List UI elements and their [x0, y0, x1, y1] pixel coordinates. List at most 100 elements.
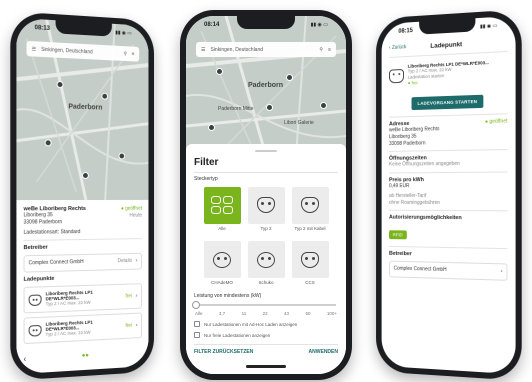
adhoc-checkbox-label: Nur Ladestationen mit Ad-Hoc Laden anzei…: [204, 321, 298, 327]
home-indicator: [246, 365, 286, 368]
station-pin[interactable]: [118, 152, 126, 160]
auth-chip: RFID: [389, 230, 407, 240]
menu-icon[interactable]: ☰: [32, 46, 37, 52]
screen-left: 08:13 ▮▮ ◉ ▭ ☰ Sinkingen, Deutschland ⚲ …: [16, 17, 149, 375]
tick-label: Alle: [195, 311, 203, 317]
station-type: Ladestationsart: Standard: [23, 228, 81, 236]
search-input[interactable]: Sinkingen, Deutschland: [41, 46, 119, 56]
operator-row[interactable]: Complex Connect GmbH ›: [389, 261, 508, 282]
power-slider[interactable]: [192, 301, 336, 310]
point-status: frei: [125, 292, 132, 300]
price-value: 0,49 EUR: [389, 183, 410, 190]
map-view[interactable]: ☰ Sinkingen, Deutschland ⚲ ≡ Paderborn: [16, 17, 149, 201]
start-charging-button[interactable]: LADEVORGANG STARTEN: [411, 94, 484, 111]
open-status-label: geöffnet: [489, 118, 508, 126]
tile-schuko[interactable]: Schuko: [247, 241, 285, 286]
status-icons: ▮▮ ◉ ▭: [310, 22, 328, 28]
tile-type2[interactable]: Typ 2: [247, 186, 285, 231]
station-pin[interactable]: [208, 124, 215, 131]
station-pin[interactable]: [82, 171, 89, 180]
filter-icon[interactable]: ≡: [328, 47, 331, 53]
tile-box[interactable]: [291, 186, 329, 224]
menu-icon[interactable]: ☰: [201, 47, 205, 53]
charge-point-card[interactable]: Liboriberg Rechts LP1 DE*WLR*E003... Typ…: [23, 283, 142, 314]
tick-label: 22: [262, 311, 268, 317]
filter-sheet: Filter Steckertyp Alle Typ 2 Typ 2 mit K…: [186, 144, 346, 374]
search-icon[interactable]: ⚲: [319, 47, 323, 53]
map-view[interactable]: ☰ Sinkingen, Deutschland ⚲ ≡ Paderborn P…: [186, 16, 346, 156]
nav-bar: ‹ Zurück Ladepunkt: [389, 39, 507, 52]
station-pin[interactable]: [320, 102, 327, 109]
reset-filter-button[interactable]: FILTER ZURÜCKSETZEN: [194, 349, 253, 355]
hours-text: Keine Öffnungszeiten angegeben: [389, 161, 460, 169]
point-status-label: frei: [411, 80, 418, 86]
operator-details[interactable]: Details: [118, 258, 132, 265]
free-checkbox-row[interactable]: Nur freie Ladestationen anzeigen: [194, 332, 338, 339]
tick-label: 3,7: [218, 311, 226, 317]
adhoc-checkbox[interactable]: [194, 321, 200, 328]
map-label: Paderborn: [248, 82, 284, 89]
page-dots: ●●: [81, 353, 89, 360]
station-sheet: weBe Liboriberg Rechts Liboriberg 35 330…: [16, 199, 149, 375]
free-checkbox[interactable]: [194, 332, 200, 339]
search-icon[interactable]: ⚲: [124, 51, 127, 57]
power-slider-thumb[interactable]: [192, 301, 200, 310]
chademo-plug-icon: [213, 251, 231, 268]
screen-center: 08:14 ▮▮ ◉ ▭ ☰ Sinkingen, Deutschland ⚲ …: [186, 16, 346, 374]
sheet-handle[interactable]: [255, 150, 277, 152]
plug-icon: [389, 68, 405, 83]
back-arrow-icon[interactable]: ‹: [24, 354, 27, 365]
tile-box[interactable]: [291, 241, 329, 279]
tile-label: Schuko: [258, 280, 274, 286]
operator-row[interactable]: Complex Connect GmbH Details ›: [23, 253, 142, 273]
station-pin[interactable]: [44, 139, 52, 147]
tick-label: 11: [241, 311, 247, 317]
chevron-right-icon: ›: [135, 292, 138, 299]
station-pin[interactable]: [286, 74, 293, 81]
plug-icon: [28, 324, 42, 337]
back-button[interactable]: ‹ Zurück: [389, 44, 406, 52]
operator-heading: Betreiber: [23, 244, 48, 252]
price-note: ohne Roaminggebühren: [389, 199, 440, 206]
map-label-small: Libori Galerie: [284, 120, 314, 126]
points-heading: Ladepunkte: [23, 275, 55, 283]
tile-label: Typ 2: [260, 225, 272, 231]
status-time: 08:15: [398, 28, 413, 35]
adhoc-checkbox-row[interactable]: Nur Ladestationen mit Ad-Hoc Laden anzei…: [194, 321, 338, 328]
status-time: 08:14: [204, 22, 220, 28]
search-bar[interactable]: ☰ Sinkingen, Deutschland ⚲ ≡: [196, 42, 336, 57]
tile-type2-cable[interactable]: Typ 2 mit Kabel: [291, 186, 329, 231]
station-pin[interactable]: [56, 80, 64, 89]
tick-label: 43: [284, 311, 290, 317]
type2-cable-plug-icon: [301, 197, 319, 214]
station-pin[interactable]: [101, 92, 109, 100]
apply-button[interactable]: ANWENDEN: [309, 349, 338, 355]
tile-box[interactable]: [203, 241, 241, 279]
tile-box[interactable]: [247, 186, 285, 224]
operator-name: Complex Connect GmbH: [28, 259, 84, 267]
filter-title: Filter: [194, 157, 219, 168]
tile-box[interactable]: [203, 186, 241, 224]
station-pin[interactable]: [266, 104, 273, 111]
status-time: 08:13: [34, 25, 50, 33]
tile-all[interactable]: Alle: [203, 186, 241, 231]
tile-chademo[interactable]: CHAdeMO: [203, 241, 241, 285]
tile-ccs[interactable]: CCS: [291, 241, 329, 285]
notch: [237, 16, 295, 29]
open-status: ● geöffnet: [484, 118, 508, 126]
plug-type-heading: Steckertyp: [194, 176, 218, 182]
schuko-plug-icon: [257, 251, 275, 268]
charge-point-card[interactable]: Liboriberg Rechts LP1 DE*WLR*E003... Typ…: [23, 312, 142, 345]
tile-label: Typ 2 mit Kabel: [294, 225, 326, 231]
search-input[interactable]: Sinkingen, Deutschland: [210, 47, 314, 53]
page-title: Ladepunkt: [430, 41, 463, 50]
station-pin[interactable]: [216, 68, 223, 75]
filter-icon[interactable]: ≡: [132, 51, 135, 57]
plug-icon: [28, 293, 42, 306]
phone-left: 08:13 ▮▮ ◉ ▭ ☰ Sinkingen, Deutschland ⚲ …: [10, 11, 155, 381]
tile-label: Alle: [218, 225, 226, 231]
free-checkbox-label: Nur freie Ladestationen anzeigen: [204, 332, 271, 338]
tile-box[interactable]: [247, 241, 285, 279]
auth-heading: Autorisierungsmöglichkeiten: [389, 215, 462, 222]
status-icons: ▮▮ ◉ ▭: [480, 22, 498, 31]
